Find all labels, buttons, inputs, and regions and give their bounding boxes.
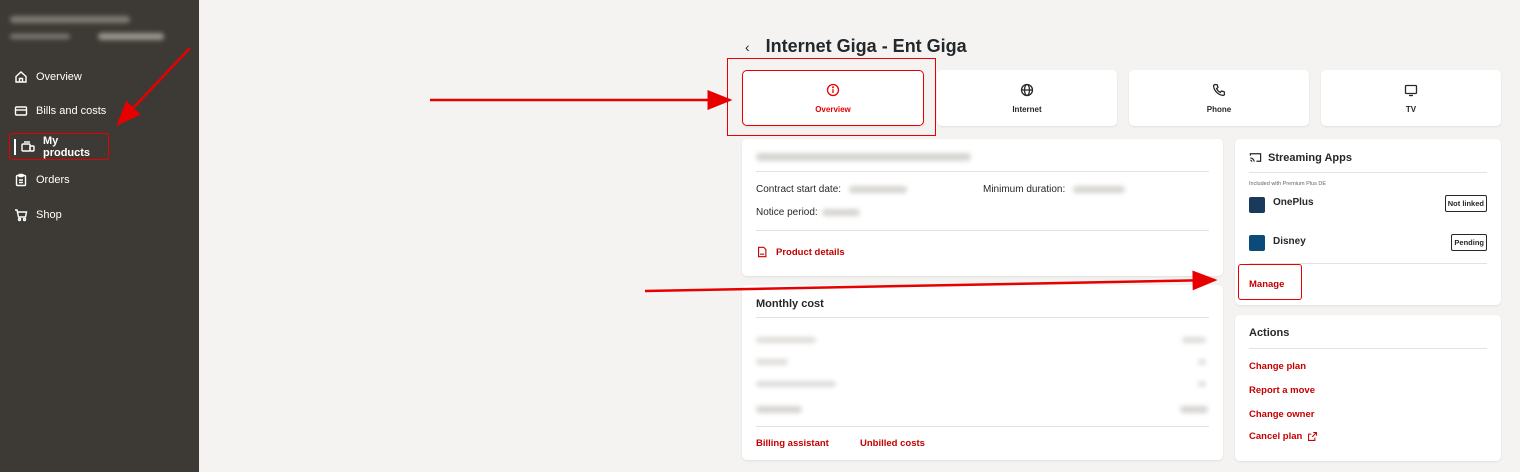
arrow-to-my-products [116, 47, 191, 126]
annotation-arrows [116, 47, 1218, 293]
arrow-to-manage [644, 270, 1218, 293]
